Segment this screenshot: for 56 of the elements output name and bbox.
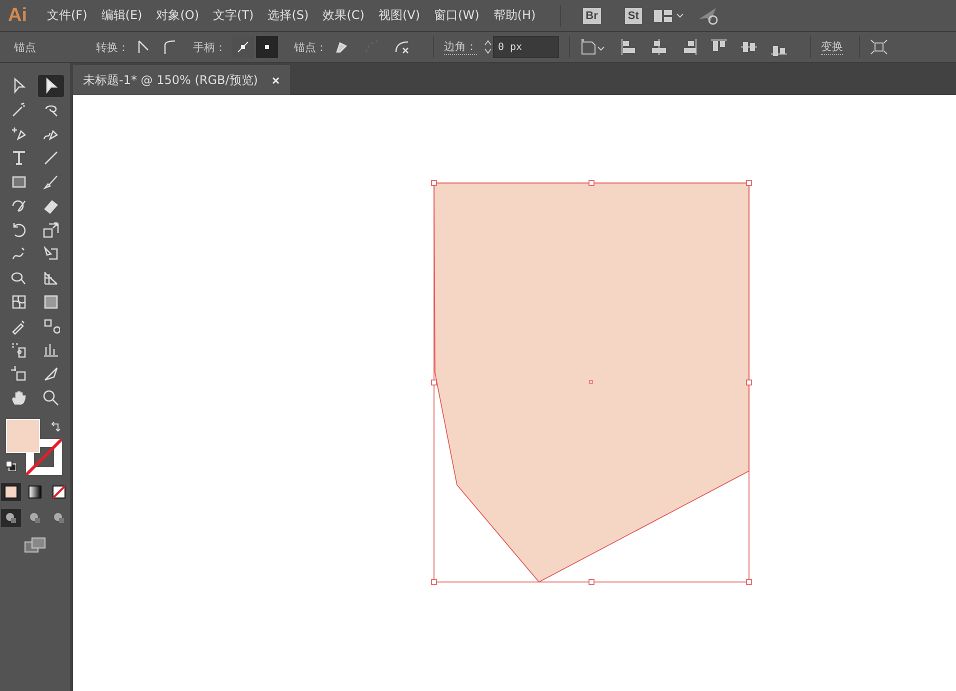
align-icon[interactable] <box>650 38 668 56</box>
hide-handles-button[interactable] <box>256 36 278 58</box>
panel-title: 锚点 <box>14 40 36 54</box>
magic-wand-icon <box>10 101 28 119</box>
type-icon <box>10 149 28 167</box>
handle-line-icon <box>236 40 250 54</box>
color-swatch-icon <box>4 485 18 499</box>
workspace-layout-icon[interactable] <box>654 10 684 22</box>
menu-item[interactable]: 对象(O) <box>156 7 200 24</box>
draw-mode-button[interactable] <box>1 509 21 527</box>
app-button[interactable]: Br <box>582 8 601 24</box>
tool-button[interactable] <box>38 75 64 97</box>
bar-graph-icon <box>42 341 60 359</box>
zoom-icon <box>42 389 60 407</box>
align-icon[interactable] <box>620 38 638 56</box>
isolate-icon[interactable] <box>870 39 888 55</box>
tab-title: 未标题-1* @ 150% (RGB/预览) <box>83 72 258 88</box>
artboard-icon <box>10 365 28 383</box>
menu-item[interactable]: 编辑(E) <box>101 7 142 24</box>
corner-label[interactable]: 边角： <box>444 39 477 55</box>
gradient-icon <box>28 485 42 499</box>
slice-knife-icon <box>42 365 60 383</box>
swap-arrow-icon[interactable] <box>50 421 62 433</box>
gradient-icon <box>42 293 60 311</box>
rocket-power-icon[interactable] <box>698 6 720 24</box>
blend-icon <box>42 317 60 335</box>
menu-item[interactable]: 窗口(W) <box>434 7 480 24</box>
menu-item[interactable]: 帮助(H) <box>493 7 536 24</box>
menu-item[interactable]: 选择(S) <box>268 7 309 24</box>
screen-mode-icon[interactable] <box>24 537 46 553</box>
document-tab[interactable]: 未标题-1* @ 150% (RGB/预览) × <box>73 65 290 95</box>
none-color-icon <box>52 485 66 499</box>
menu-item[interactable]: 视图(V) <box>378 7 420 24</box>
brush-icon <box>42 173 60 191</box>
transform-label[interactable]: 变换 <box>821 39 843 55</box>
menu-item[interactable]: 文件(F) <box>47 7 88 24</box>
default-colors-icon[interactable] <box>6 461 16 471</box>
app-logo: Ai <box>8 4 27 26</box>
hand-icon <box>10 389 28 407</box>
convert-label: 转换： <box>96 40 129 54</box>
fill-swatch[interactable] <box>6 419 40 453</box>
tab-close-button[interactable]: × <box>272 72 280 88</box>
menu-item[interactable]: 文字(T) <box>213 7 254 24</box>
shape-dropdown-icon[interactable] <box>580 39 606 55</box>
scale-icon <box>42 221 60 239</box>
handles-label: 手柄： <box>193 40 226 54</box>
mesh-icon <box>10 293 28 311</box>
menu-item[interactable]: 效果(C) <box>322 7 364 24</box>
line-icon <box>42 149 60 167</box>
corner-input-field[interactable]: 0 px <box>493 36 559 58</box>
perspective-grid-icon <box>42 269 60 287</box>
stepper-arrows-icon[interactable] <box>483 38 493 56</box>
color-mode-button[interactable] <box>1 483 21 501</box>
pen-plus-icon <box>10 125 28 143</box>
app-button[interactable]: St <box>624 8 642 24</box>
anchors-label: 锚点： <box>294 40 327 54</box>
